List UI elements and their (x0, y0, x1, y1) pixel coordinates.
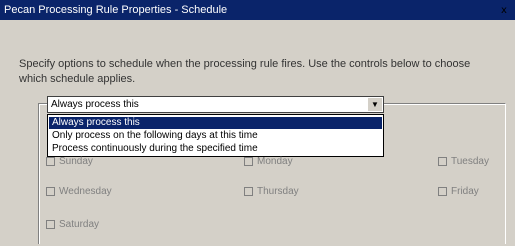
checkbox-box (438, 187, 447, 196)
checkbox-label: Saturday (59, 219, 100, 230)
checkbox-label: Tuesday (451, 156, 489, 167)
checkbox-tuesday[interactable]: Tuesday (438, 156, 489, 167)
description-text: Specify options to schedule when the pro… (19, 58, 471, 85)
checkbox-sunday[interactable]: Sunday (46, 156, 93, 167)
checkbox-label: Monday (257, 156, 293, 167)
checkbox-label: Thursday (257, 186, 299, 197)
combobox-value: Always process this (51, 99, 139, 110)
checkbox-friday[interactable]: Friday (438, 186, 479, 197)
chevron-down-icon[interactable]: ▼ (368, 98, 382, 111)
dialog-window: Pecan Processing Rule Properties - Sched… (0, 0, 515, 246)
schedule-dropdown-list: Always process this Only process on the … (47, 114, 384, 157)
dropdown-option[interactable]: Always process this (49, 117, 382, 129)
checkbox-thursday[interactable]: Thursday (244, 186, 299, 197)
window-title: Pecan Processing Rule Properties - Sched… (4, 4, 228, 16)
checkbox-box (244, 157, 253, 166)
checkbox-box (46, 157, 55, 166)
dropdown-option[interactable]: Process continuously during the specifie… (49, 143, 382, 155)
checkbox-label: Sunday (59, 156, 93, 167)
checkbox-box (244, 187, 253, 196)
checkbox-label: Wednesday (59, 186, 112, 197)
checkbox-saturday[interactable]: Saturday (46, 219, 99, 230)
checkbox-label: Friday (451, 186, 479, 197)
dropdown-option[interactable]: Only process on the following days at th… (49, 130, 382, 142)
checkbox-box (438, 157, 447, 166)
close-icon[interactable]: x (498, 5, 510, 17)
checkbox-box (46, 187, 55, 196)
checkbox-wednesday[interactable]: Wednesday (46, 186, 112, 197)
checkbox-monday[interactable]: Monday (244, 156, 293, 167)
checkbox-box (46, 220, 55, 229)
schedule-combobox[interactable]: Always process this ▼ (47, 96, 384, 113)
title-bar: Pecan Processing Rule Properties - Sched… (0, 0, 515, 20)
